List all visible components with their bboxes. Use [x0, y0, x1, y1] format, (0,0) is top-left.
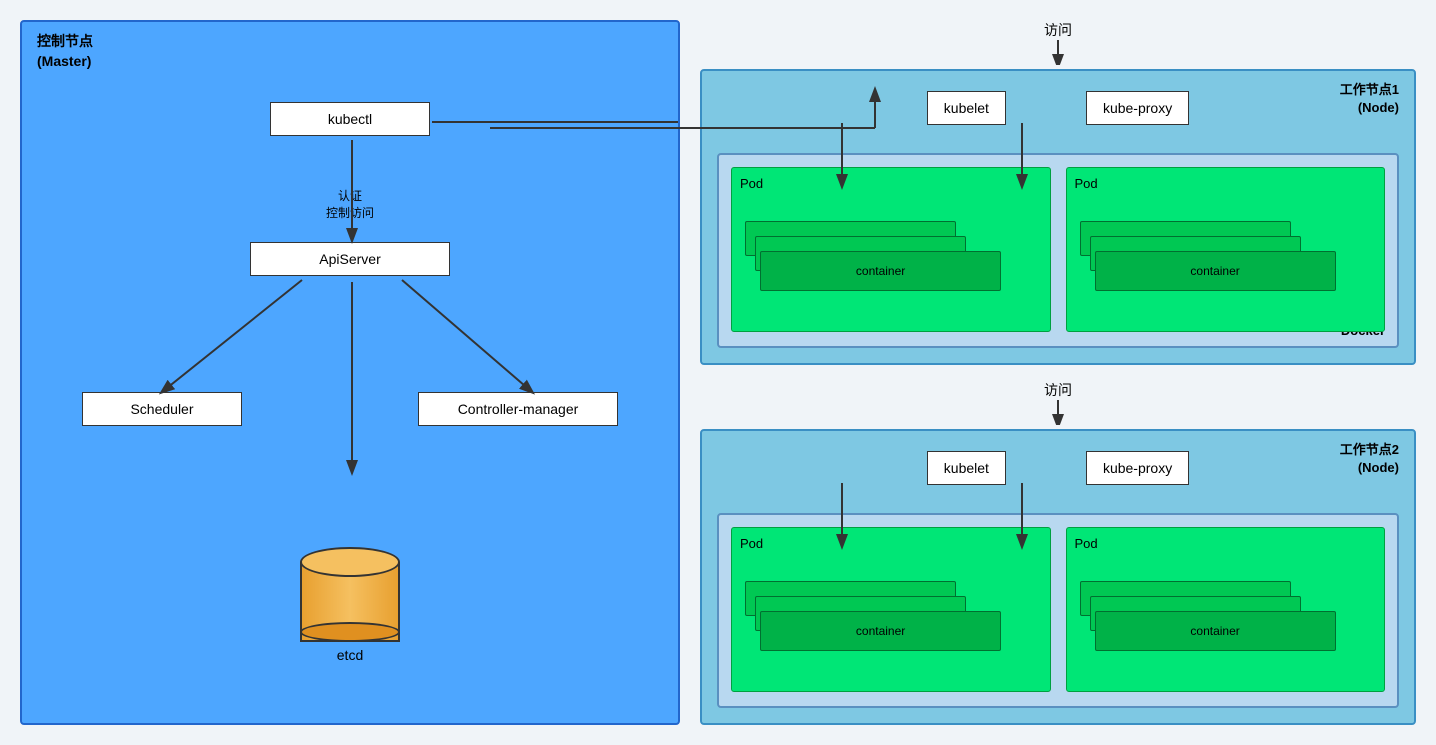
auth-label: 认证 控制访问: [326, 187, 374, 221]
scheduler-box: Scheduler: [82, 392, 242, 426]
controller-box: Controller-manager: [418, 392, 618, 426]
worker2-pod2-label: Pod: [1075, 536, 1377, 551]
worker1-kube-proxy-box: kube-proxy: [1086, 91, 1189, 125]
access2-arrow: 访问: [1044, 380, 1072, 425]
worker2-kubelet-box: kubelet: [927, 451, 1006, 485]
master-title: 控制节点 (Master): [37, 32, 93, 71]
worker1-pod1-stack: container: [740, 221, 1042, 311]
worker2-panel: 工作节点2 (Node) kubelet kube-proxy Pod: [700, 429, 1416, 725]
cylinder-top: [300, 547, 400, 577]
worker1-pod1-label: Pod: [740, 176, 1042, 191]
worker2-pod2-stack: container: [1075, 581, 1377, 671]
worker2-pod1-label: Pod: [740, 536, 1042, 551]
worker1-pod1: Pod container: [731, 167, 1051, 332]
worker2-pod2: Pod container: [1066, 527, 1386, 692]
access1-wrapper: 访问: [700, 20, 1416, 54]
access2-wrapper: 访问: [700, 380, 1416, 414]
access2-arrow-svg: [1048, 400, 1068, 425]
worker2-pod1-container: container: [760, 611, 1001, 651]
worker1-pod2-container: container: [1095, 251, 1336, 291]
access1-arrow-svg: [1048, 40, 1068, 65]
worker1-kubelet-box: kubelet: [927, 91, 1006, 125]
worker1-pod1-container: container: [760, 251, 1001, 291]
apiserver-box: ApiServer: [250, 242, 450, 276]
worker1-pod2-label: Pod: [1075, 176, 1377, 191]
access1-label: 访问: [1044, 20, 1072, 40]
worker2-pod1-stack: container: [740, 581, 1042, 671]
worker2-kube-proxy-box: kube-proxy: [1086, 451, 1189, 485]
master-panel: 控制节点 (Master) kubectl 认证 控制访问 ApiServer …: [20, 20, 680, 725]
worker1-top-row: kubelet kube-proxy: [717, 91, 1399, 125]
worker2-pod2-container: container: [1095, 611, 1336, 651]
worker2-pod1: Pod container: [731, 527, 1051, 692]
worker2-top-row: kubelet kube-proxy: [717, 451, 1399, 485]
kubectl-box: kubectl: [270, 102, 430, 136]
worker-panels: 访问 工作节点1 (Node) kubel: [700, 20, 1416, 725]
etcd-label: etcd: [337, 647, 363, 663]
worker1-pod2: Pod container: [1066, 167, 1386, 332]
etcd-cylinder: [300, 542, 400, 642]
cylinder-bottom-ellipse: [300, 622, 400, 642]
worker2-docker-area: Pod container Pod: [717, 513, 1399, 708]
diagram-wrapper: 控制节点 (Master) kubectl 认证 控制访问 ApiServer …: [0, 0, 1436, 745]
worker1-docker-area: Docker Pod container Pod: [717, 153, 1399, 348]
worker1-pod2-stack: container: [1075, 221, 1377, 311]
access1-arrow: 访问: [1044, 20, 1072, 65]
worker1-panel: 工作节点1 (Node) kubelet kube-proxy Docker P…: [700, 69, 1416, 365]
access2-label: 访问: [1044, 380, 1072, 400]
etcd-container: etcd: [300, 542, 400, 663]
